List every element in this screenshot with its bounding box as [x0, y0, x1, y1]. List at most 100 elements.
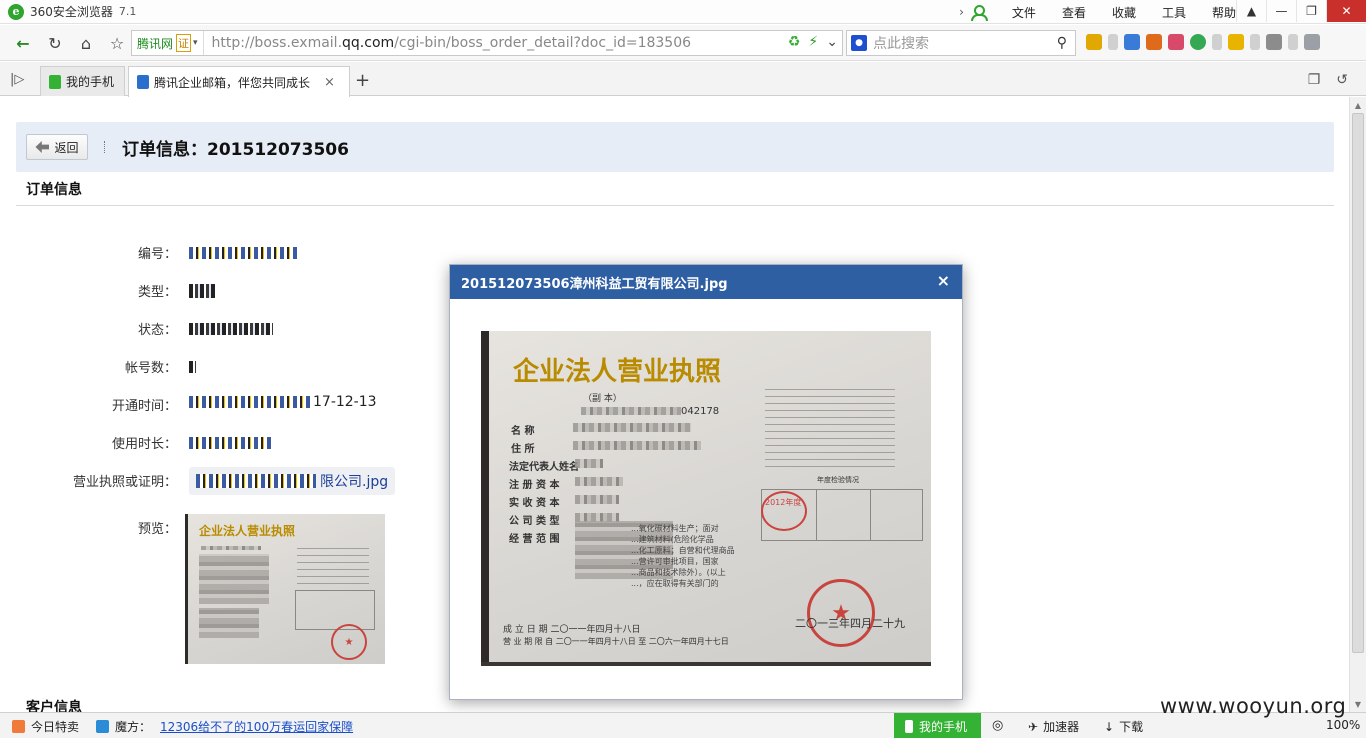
- phone-icon: [49, 74, 61, 89]
- field-value-open-time: 17-12-13: [189, 394, 377, 410]
- chevron-down-icon[interactable]: ⌄: [826, 34, 838, 50]
- license-file-link[interactable]: 限公司.jpg: [189, 467, 396, 495]
- scroll-down-icon[interactable]: ▼: [1350, 696, 1366, 712]
- zoom-level[interactable]: 100%: [1326, 718, 1360, 732]
- menu-file[interactable]: 文件: [1012, 4, 1036, 21]
- download-icon: ↓: [1104, 719, 1115, 734]
- back-button[interactable]: 返回: [26, 134, 88, 160]
- redacted-value: [189, 361, 196, 373]
- shopping-icon[interactable]: [1168, 34, 1184, 50]
- ad-link-text[interactable]: 12306给不了的100万春运回家保障: [160, 718, 353, 735]
- redacted-reg-capital: [575, 477, 623, 486]
- network-icon[interactable]: ◎: [992, 718, 1003, 733]
- seal-icon: ★: [807, 579, 875, 647]
- search-input[interactable]: 点此搜索: [873, 33, 929, 53]
- field-value-accounts: [189, 359, 196, 375]
- browser-menu: › 文件 查看 收藏 工具 帮助: [959, 0, 1236, 24]
- coupon-icon[interactable]: [1228, 34, 1244, 50]
- doc-row-reg-capital: 注 册 资 本: [509, 480, 560, 491]
- image-preview-dialog: 201512073506漳州科益工贸有限公司.jpg × 企业法人营业执照 （副…: [449, 264, 963, 700]
- doc-term: 营 业 期 限 自 二〇一一年四月十八日 至 二〇六一年四月十七日: [503, 637, 729, 646]
- screenshot-icon[interactable]: [1266, 34, 1282, 50]
- cert-indicator[interactable]: 腾讯网 证 ▾: [132, 31, 204, 55]
- dropdown-arrow-icon[interactable]: [1250, 34, 1260, 50]
- dropdown-arrow-icon[interactable]: [1288, 34, 1298, 50]
- shield-icon[interactable]: [1190, 34, 1206, 50]
- doc-scope-line: ...建筑材料(危险化学品: [631, 535, 714, 544]
- search-engine-icon[interactable]: ●: [851, 35, 867, 51]
- seal-icon: ★: [331, 624, 367, 660]
- address-bar[interactable]: 腾讯网 证 ▾ http://boss.exmail.qq.com/cgi-bi…: [131, 30, 843, 56]
- recycle-icon[interactable]: ♻: [788, 34, 801, 50]
- field-label-duration: 使用时长：: [111, 437, 177, 452]
- tab-list-icon[interactable]: ❐: [1308, 72, 1321, 88]
- my-phone-button[interactable]: 我的手机: [894, 713, 981, 738]
- divider: [104, 141, 106, 153]
- my-phone-label: 我的手机: [919, 719, 968, 734]
- new-tab-button[interactable]: +: [355, 70, 370, 91]
- scroll-up-icon[interactable]: ▲: [1350, 97, 1366, 113]
- tab-label: 腾讯企业邮箱，伴您共同成长: [154, 75, 311, 90]
- lightning-icon[interactable]: ⚡: [808, 34, 818, 50]
- menu-icon[interactable]: [1304, 34, 1320, 50]
- menu-help[interactable]: 帮助: [1212, 4, 1236, 21]
- redacted-address: [573, 441, 701, 450]
- translate-icon[interactable]: [1124, 34, 1140, 50]
- close-tab-icon[interactable]: ×: [324, 75, 335, 90]
- page-scrollbar[interactable]: ▲ ▼: [1349, 97, 1366, 712]
- dropdown-arrow-icon[interactable]: [1108, 34, 1118, 50]
- redacted-legal-rep: [575, 459, 603, 468]
- flight-icon[interactable]: [1146, 34, 1162, 50]
- refresh-icon[interactable]: ↻: [44, 32, 66, 54]
- sidebar-toggle-icon[interactable]: |▷: [10, 72, 24, 87]
- scrollbar-thumb[interactable]: [1352, 113, 1364, 653]
- menu-favorites[interactable]: 收藏: [1112, 4, 1136, 21]
- thumb-doc-title: 企业法人营业执照: [199, 524, 296, 538]
- doc-found-date: 成 立 日 期 二〇一一年四月十八日: [503, 625, 641, 635]
- doc-row-legal-rep: 法定代表人姓名: [509, 462, 579, 473]
- gift-icon: [12, 720, 25, 733]
- doc-scope-line: ...氧化碳材料生产；面对: [631, 524, 719, 533]
- field-label-number: 编号：: [137, 247, 177, 262]
- field-value-duration: [189, 435, 271, 451]
- menu-view[interactable]: 查看: [1062, 4, 1086, 21]
- today-deals[interactable]: 今日特卖: [12, 718, 79, 735]
- ad-link[interactable]: 12306给不了的100万春运回家保障: [160, 718, 353, 735]
- photo-edge: [481, 662, 931, 666]
- chevron-right-icon[interactable]: ›: [959, 5, 964, 19]
- tab-bar: |▷ 我的手机 腾讯企业邮箱，伴您共同成长 × + ❐ ↺: [0, 62, 1366, 97]
- phone-icon: [905, 719, 913, 733]
- doc-row-address: 住 所: [511, 444, 535, 455]
- apps-icon[interactable]: [1086, 34, 1102, 50]
- user-icon[interactable]: [970, 4, 988, 21]
- star-icon[interactable]: ☆: [106, 32, 128, 54]
- back-arrow-icon[interactable]: ←: [12, 32, 34, 54]
- download[interactable]: ↓ 下载: [1104, 718, 1143, 735]
- tab-exmail[interactable]: 腾讯企业邮箱，伴您共同成长 ×: [128, 66, 350, 97]
- minimize-button[interactable]: —: [1266, 0, 1296, 22]
- close-window-button[interactable]: ✕: [1326, 0, 1366, 22]
- tab-my-phone[interactable]: 我的手机: [40, 66, 125, 96]
- accelerator[interactable]: ✈ 加速器: [1028, 718, 1079, 735]
- magic-cube[interactable]: 魔方：: [96, 718, 151, 735]
- maximize-button[interactable]: ❐: [1296, 0, 1326, 22]
- redacted-value: [189, 396, 313, 408]
- skin-icon[interactable]: ▲: [1236, 0, 1266, 22]
- close-dialog-icon[interactable]: ×: [937, 271, 950, 290]
- fine-print: [765, 383, 895, 467]
- dropdown-arrow-icon[interactable]: [1212, 34, 1222, 50]
- url-text[interactable]: http://boss.exmail.qq.com/cgi-bin/boss_o…: [212, 35, 691, 51]
- search-box[interactable]: ● 点此搜索 ⚲: [846, 30, 1076, 56]
- tab-tools: ❐ ↺: [1308, 72, 1348, 88]
- redacted-fields: [199, 554, 269, 604]
- home-icon[interactable]: ⌂: [75, 32, 97, 54]
- url-prefix: http://boss.exmail.: [211, 35, 343, 51]
- field-value-number: [189, 245, 297, 261]
- menu-tools[interactable]: 工具: [1162, 4, 1186, 21]
- undo-close-icon[interactable]: ↺: [1336, 72, 1348, 88]
- url-path: /cgi-bin/boss_order_detail?doc_id=183506: [394, 35, 692, 51]
- license-thumbnail[interactable]: 企业法人营业执照 ★: [185, 514, 385, 664]
- search-icon[interactable]: ⚲: [1057, 35, 1067, 51]
- field-label-preview: 预览：: [137, 522, 177, 537]
- doc-scope-line: ...营许可审批项目，国家: [631, 557, 719, 566]
